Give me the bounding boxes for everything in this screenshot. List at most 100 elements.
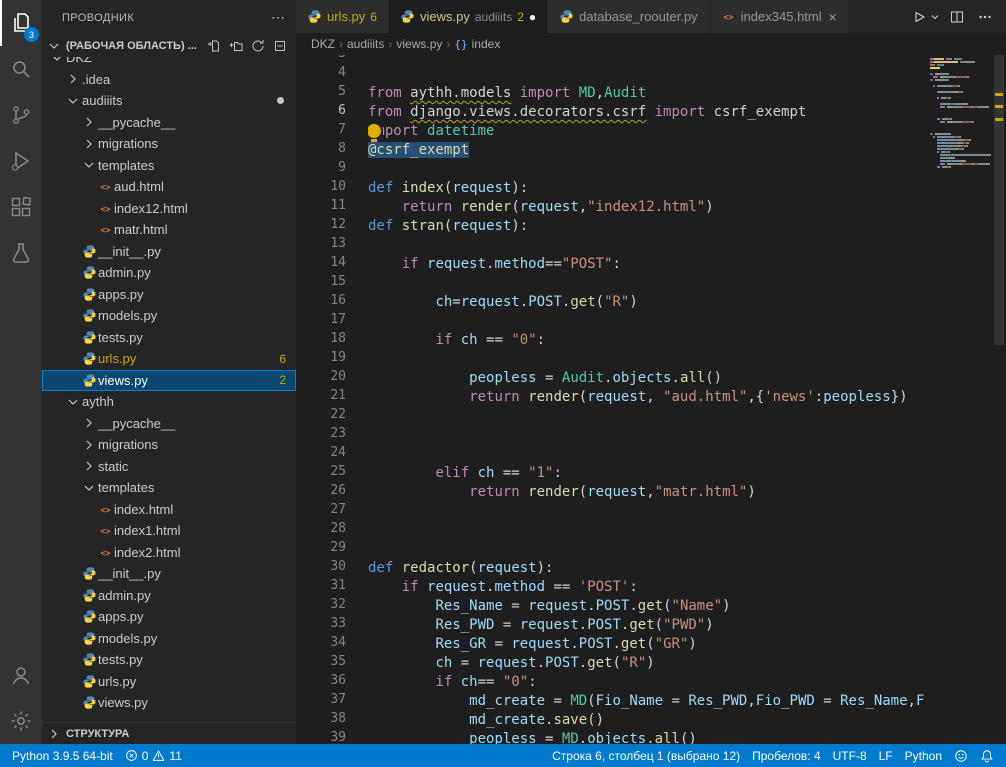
tree-item-admin.py[interactable]: admin.py	[42, 262, 296, 284]
line-number[interactable]: 15	[296, 274, 368, 293]
scrollbar-thumb[interactable]	[994, 55, 1004, 345]
tree-item-index2.html[interactable]: <>index2.html	[42, 542, 296, 564]
tree-item-views.py[interactable]: views.py2	[42, 370, 296, 392]
tab-urls.py[interactable]: urls.py6	[296, 0, 389, 33]
tree-item-apps.py[interactable]: apps.py	[42, 606, 296, 628]
tree-item-templates[interactable]: templates	[42, 477, 296, 499]
collapse-all-icon[interactable]	[270, 36, 290, 56]
tree-item-tests.py[interactable]: tests.py	[42, 649, 296, 671]
line-number[interactable]: 21	[296, 388, 368, 407]
line-number[interactable]: 13	[296, 236, 368, 255]
feedback-icon[interactable]	[948, 749, 974, 763]
search-activity-icon[interactable]	[0, 46, 42, 92]
line-number[interactable]: 12	[296, 217, 368, 236]
breadcrumb-item-views.py[interactable]: views.py	[396, 37, 442, 51]
line-number[interactable]: 38	[296, 711, 368, 730]
code-line-24[interactable]: return render(request,"matr.html")	[368, 483, 924, 502]
tree-item-tests.py[interactable]: tests.py	[42, 327, 296, 349]
dirty-dot-icon[interactable]: ●	[529, 10, 536, 24]
eol-sequence[interactable]: LF	[873, 749, 899, 763]
code-line-33[interactable]: ch = request.POST.get("R")	[368, 654, 924, 673]
line-number[interactable]: 32	[296, 597, 368, 616]
notifications-bell-icon[interactable]	[974, 749, 1000, 763]
account-icon[interactable]	[0, 652, 42, 698]
code-line-25[interactable]	[368, 502, 924, 521]
run-dropdown-chevron-icon[interactable]	[928, 4, 942, 30]
code-line-9[interactable]: return render(request,"index12.html")	[368, 198, 924, 217]
line-number[interactable]: 27	[296, 502, 368, 521]
tree-item-admin.py[interactable]: admin.py	[42, 585, 296, 607]
code-line-11[interactable]	[368, 236, 924, 255]
explorer-activity-icon[interactable]: 3	[0, 0, 42, 46]
indentation[interactable]: Пробелов: 4	[746, 749, 827, 763]
editor[interactable]: 3456789101112131415161718192021222324252…	[296, 55, 1006, 744]
tree-item-static[interactable]: static	[42, 456, 296, 478]
problems-summary[interactable]: 0 11	[119, 744, 188, 767]
settings-icon[interactable]	[0, 698, 42, 744]
line-number[interactable]: 24	[296, 445, 368, 464]
line-number[interactable]: 10	[296, 179, 368, 198]
tree-item-models.py[interactable]: models.py	[42, 305, 296, 327]
tree-item-__init__.py[interactable]: __init__.py	[42, 563, 296, 585]
line-number[interactable]: 8	[296, 141, 368, 160]
line-number[interactable]: 9	[296, 160, 368, 179]
code-line-34[interactable]: if ch== "0":	[368, 673, 924, 692]
code-line-31[interactable]: Res_PWD = request.POST.get("PWD")	[368, 616, 924, 635]
tree-item-audiiits[interactable]: audiiits	[42, 90, 296, 112]
code-line-12[interactable]: if request.method=="POST":	[368, 255, 924, 274]
line-number[interactable]: 36	[296, 673, 368, 692]
tree-item-aud.html[interactable]: <>aud.html	[42, 176, 296, 198]
code-line-3[interactable]: from aythh.models import MD,Audit	[368, 84, 924, 103]
line-number[interactable]: 3	[296, 55, 368, 65]
tree-item-urls.py[interactable]: urls.py6	[42, 348, 296, 370]
outline-section-header[interactable]: СТРУКТУРА	[42, 722, 296, 744]
line-number[interactable]: 37	[296, 692, 368, 711]
code-line-22[interactable]	[368, 445, 924, 464]
line-number[interactable]: 34	[296, 635, 368, 654]
tree-item-templates[interactable]: templates	[42, 155, 296, 177]
line-number[interactable]: 20	[296, 369, 368, 388]
cursor-position[interactable]: Строка 6, столбец 1 (выбрано 12)	[546, 749, 746, 763]
code-line-17[interactable]	[368, 350, 924, 369]
code-line-21[interactable]	[368, 426, 924, 445]
split-editor-button[interactable]	[944, 4, 970, 30]
code-line-13[interactable]	[368, 274, 924, 293]
code-line-5[interactable]: import datetime	[368, 122, 924, 141]
breadcrumb-item-DKZ[interactable]: DKZ	[311, 37, 335, 51]
code-line-29[interactable]: if request.method == 'POST':	[368, 578, 924, 597]
line-number[interactable]: 16	[296, 293, 368, 312]
line-number[interactable]: 7	[296, 122, 368, 141]
code-line-15[interactable]	[368, 312, 924, 331]
tab-index345.html[interactable]: <>index345.html×	[710, 0, 849, 33]
tree-item-index12.html[interactable]: <>index12.html	[42, 198, 296, 220]
run-debug-activity-icon[interactable]	[0, 138, 42, 184]
code-line-23[interactable]: elif ch == "1":	[368, 464, 924, 483]
tree-item-urls.py[interactable]: urls.py	[42, 671, 296, 693]
tab-database_roouter.py[interactable]: database_roouter.py	[548, 0, 710, 33]
code-line-35[interactable]: md_create = MD(Fio_Name = Res_PWD,Fio_PW…	[368, 692, 924, 711]
tree-item-models.py[interactable]: models.py	[42, 628, 296, 650]
more-actions-icon[interactable]	[972, 4, 998, 30]
line-number[interactable]: 30	[296, 559, 368, 578]
code-line-30[interactable]: Res_Name = request.POST.get("Name")	[368, 597, 924, 616]
line-number[interactable]: 11	[296, 198, 368, 217]
code-line-36[interactable]: md_create.save()	[368, 711, 924, 730]
encoding[interactable]: UTF-8	[827, 749, 873, 763]
code-area[interactable]: from aythh.models import MD,Auditfrom dj…	[368, 55, 924, 744]
line-number[interactable]: 35	[296, 654, 368, 673]
line-number[interactable]: 4	[296, 65, 368, 84]
scrollbar[interactable]	[992, 55, 1006, 744]
line-number[interactable]: 22	[296, 407, 368, 426]
code-line-10[interactable]: def stran(request):	[368, 217, 924, 236]
code-line-6[interactable]: @csrf_exempt	[368, 141, 924, 160]
workspace-section-header[interactable]: (РАБОЧАЯ ОБЛАСТЬ) ...	[42, 35, 296, 57]
explorer-more-actions-icon[interactable]: ⋯	[271, 9, 286, 26]
tree-item-aythh[interactable]: aythh	[42, 391, 296, 413]
line-number[interactable]: 23	[296, 426, 368, 445]
minimap[interactable]	[924, 55, 992, 744]
line-number[interactable]: 39	[296, 730, 368, 744]
code-line-27[interactable]	[368, 540, 924, 559]
line-number[interactable]: 6	[296, 103, 368, 122]
python-interpreter[interactable]: Python 3.9.5 64-bit	[6, 744, 119, 767]
code-line-19[interactable]: return render(request, "aud.html",{'news…	[368, 388, 924, 407]
